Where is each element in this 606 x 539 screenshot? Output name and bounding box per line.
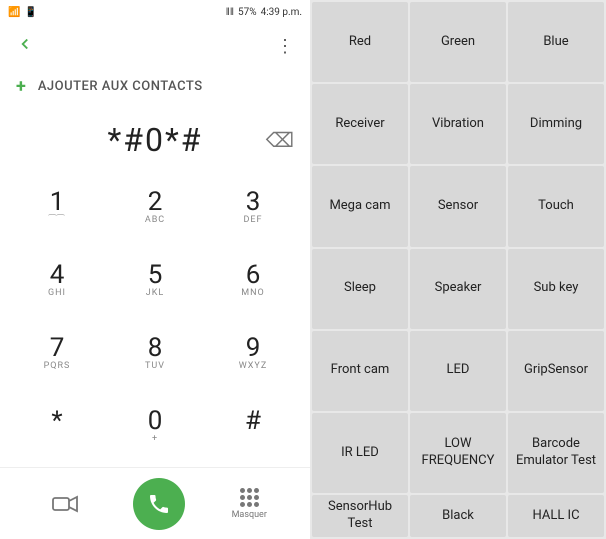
wifi-icon: 📶 <box>8 7 20 18</box>
test-button-vibration[interactable]: Vibration <box>410 84 506 164</box>
time-display: 4:39 p.m. <box>261 7 302 18</box>
key-hash[interactable]: # <box>204 390 302 463</box>
test-button-receiver[interactable]: Receiver <box>312 84 408 164</box>
dialer-number: *#0*# <box>16 121 294 159</box>
top-bar: ⋮ <box>0 24 310 68</box>
test-button-speaker[interactable]: Speaker <box>410 249 506 329</box>
test-button-hall-ic[interactable]: HALL IC <box>508 495 604 537</box>
status-bar-right: ‖‖ 57% 4:39 p.m. <box>226 7 302 18</box>
test-button-sleep[interactable]: Sleep <box>312 249 408 329</box>
test-button-red[interactable]: Red <box>312 2 408 82</box>
key-4[interactable]: 4 GHI <box>8 244 106 317</box>
test-button-ir-led[interactable]: IR LED <box>312 413 408 493</box>
dialer-display: *#0*# ⌫ <box>0 105 310 167</box>
status-bar-left: 📶 📱 <box>8 7 37 18</box>
video-call-button[interactable] <box>43 482 87 526</box>
status-bar: 📶 📱 ‖‖ 57% 4:39 p.m. <box>0 0 310 24</box>
masquer-button[interactable]: Masquer <box>232 488 267 520</box>
key-8[interactable]: 8 TUV <box>106 317 204 390</box>
call-button[interactable] <box>133 478 185 530</box>
add-contact-plus-icon: + <box>16 76 26 97</box>
test-button-front-cam[interactable]: Front cam <box>312 331 408 411</box>
test-button-black[interactable]: Black <box>410 495 506 537</box>
test-button-sensor[interactable]: Sensor <box>410 166 506 246</box>
android-icon: 📱 <box>24 7 36 18</box>
backspace-button[interactable]: ⌫ <box>266 128 294 152</box>
add-contact-label: AJOUTER AUX CONTACTS <box>38 79 203 94</box>
test-button-blue[interactable]: Blue <box>508 2 604 82</box>
key-5[interactable]: 5 JKL <box>106 244 204 317</box>
test-button-sub-key[interactable]: Sub key <box>508 249 604 329</box>
back-button[interactable] <box>12 30 38 62</box>
add-contact-row[interactable]: + AJOUTER AUX CONTACTS <box>0 68 310 105</box>
bottom-bar: Masquer <box>0 467 310 539</box>
key-2[interactable]: 2 ABC <box>106 171 204 244</box>
dialer-panel: 📶 📱 ‖‖ 57% 4:39 p.m. ⋮ + AJOUTER AUX CON… <box>0 0 310 539</box>
key-3[interactable]: 3 DEF <box>204 171 302 244</box>
masquer-label: Masquer <box>232 510 267 520</box>
battery-percent: 57% <box>238 7 257 18</box>
test-button-dimming[interactable]: Dimming <box>508 84 604 164</box>
key-0[interactable]: 0 + <box>106 390 204 463</box>
test-grid-panel: RedGreenBlue ReceiverVibrationDimming Mega… <box>310 0 606 539</box>
test-button-gripsensor[interactable]: GripSensor <box>508 331 604 411</box>
key-star[interactable]: * <box>8 390 106 463</box>
test-button-low-frequency[interactable]: LOW FREQUENCY <box>410 413 506 493</box>
test-button-mega-cam[interactable]: Mega cam <box>312 166 408 246</box>
test-button-green[interactable]: Green <box>410 2 506 82</box>
keypad: 1 ⁀⁀ 2 ABC 3 DEF 4 GHI 5 JKL 6 MNO 7 PQR… <box>0 167 310 467</box>
test-button-barcode-emulator-test[interactable]: Barcode Emulator Test <box>508 413 604 493</box>
key-7[interactable]: 7 PQRS <box>8 317 106 390</box>
test-button-led[interactable]: LED <box>410 331 506 411</box>
masquer-dots-icon <box>240 488 259 507</box>
test-button-touch[interactable]: Touch <box>508 166 604 246</box>
key-6[interactable]: 6 MNO <box>204 244 302 317</box>
signal-icon: ‖‖ <box>226 7 234 18</box>
key-1[interactable]: 1 ⁀⁀ <box>8 171 106 244</box>
key-9[interactable]: 9 WXYZ <box>204 317 302 390</box>
test-button-sensorhub-test[interactable]: SensorHub Test <box>312 495 408 537</box>
more-options-button[interactable]: ⋮ <box>272 32 298 61</box>
